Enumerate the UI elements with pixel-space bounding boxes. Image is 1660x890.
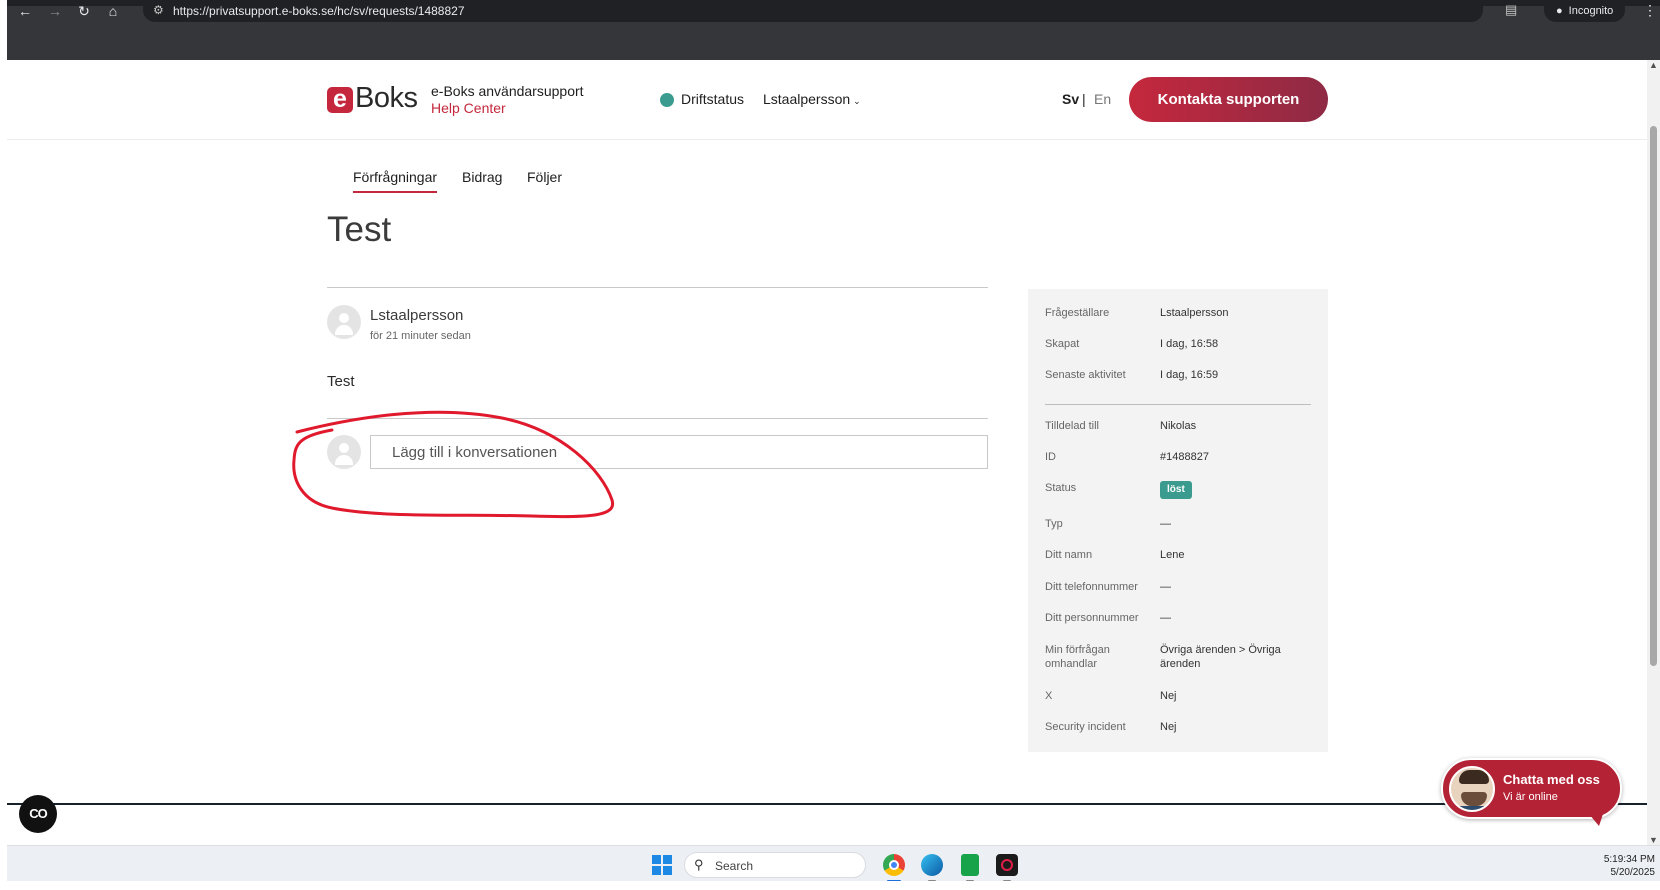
chat-title: Chatta med oss	[1503, 772, 1600, 787]
detail-label: Ditt telefonnummer	[1045, 581, 1138, 593]
taskbar-search-label: Search	[715, 859, 754, 873]
chrome-icon[interactable]	[883, 854, 905, 876]
user-menu[interactable]: Lstaalpersson ⌄	[763, 91, 861, 107]
detail-label: Tilldelad till	[1045, 420, 1100, 432]
divider	[1045, 404, 1311, 405]
chat-subtitle: Vi är online	[1503, 791, 1558, 803]
spreadsheet-app-icon[interactable]	[961, 854, 979, 876]
detail-label: Skapat	[1045, 338, 1080, 350]
taskbar: ⚲ Search 5:19:34 PM 5/20/2025	[7, 845, 1660, 882]
clock-date: 5/20/2025	[1610, 867, 1656, 878]
address-url[interactable]: https://privatsupport.e-boks.se/hc/sv/re…	[173, 4, 465, 18]
translate-icon[interactable]: ▤	[1505, 2, 1517, 18]
page-scrollbar[interactable]: ▲ ▼	[1647, 60, 1660, 845]
detail-value: #1488827	[1160, 451, 1209, 463]
request-title: Test	[327, 210, 392, 249]
incognito-label: Incognito	[1568, 5, 1614, 17]
detail-label: Frågeställare	[1045, 307, 1110, 319]
detail-label: Ditt namn	[1045, 549, 1093, 561]
edge-icon[interactable]	[921, 854, 943, 876]
scroll-down-icon[interactable]: ▼	[1649, 835, 1658, 845]
detail-label: Min förfrågan omhandlar	[1045, 644, 1110, 670]
agent-avatar	[1449, 766, 1495, 812]
scroll-up-icon[interactable]: ▲	[1649, 60, 1658, 70]
tab-following[interactable]: Följer	[527, 169, 562, 191]
user-menu-label: Lstaalpersson	[763, 91, 851, 107]
system-clock[interactable]: 5:19:34 PM 5/20/2025	[1587, 853, 1655, 879]
detail-label: Ditt personnummer	[1045, 612, 1139, 624]
url-row: ← → ↻ ⌂ ⚙ https://privatsupport.e-boks.s…	[7, 0, 1660, 24]
request-details-panel: Frågeställare Lstaalpersson Skapat I dag, …	[1028, 289, 1328, 752]
web-page: e Boks e-Boks användarsupport Help Cente…	[7, 60, 1647, 805]
taskbar-search[interactable]: ⚲ Search	[684, 852, 866, 878]
detail-label: Senaste aktivitet	[1045, 369, 1126, 381]
status-indicator-icon	[660, 93, 674, 107]
tab-requests[interactable]: Förfrågningar	[353, 169, 438, 193]
address-bar[interactable]: ⚙ https://privatsupport.e-boks.se/hc/sv/…	[143, 0, 1483, 22]
brand-title[interactable]: e-Boks användarsupport	[431, 83, 584, 99]
comment-author: Lstaalpersson	[370, 307, 464, 324]
brand-subtitle[interactable]: Help Center	[431, 100, 506, 116]
left-edge	[0, 0, 7, 890]
detail-value: Nej	[1160, 690, 1177, 702]
divider	[327, 287, 988, 288]
chevron-down-icon: ⌄	[853, 96, 861, 106]
detail-label: Status	[1045, 482, 1077, 494]
annotation-circle	[292, 410, 615, 519]
detail-value: Lene	[1160, 549, 1185, 561]
scrollbar-thumb[interactable]	[1650, 126, 1657, 666]
detail-value: Lstaalpersson	[1160, 307, 1229, 319]
detail-value: —	[1160, 581, 1171, 593]
clock-time: 5:19:34 PM	[1603, 854, 1655, 865]
detail-value: Nej	[1160, 721, 1177, 733]
browser-toolbar: ← → ↻ ⌂ ⚙ https://privatsupport.e-boks.s…	[7, 0, 1660, 60]
detail-label: Security incident	[1045, 721, 1126, 733]
site-footer	[7, 803, 1647, 805]
site-settings-icon[interactable]: ⚙	[153, 3, 164, 17]
comment-body: Test	[327, 373, 355, 390]
logo-mark[interactable]: e	[327, 87, 353, 113]
detail-value: I dag, 16:58	[1160, 338, 1219, 350]
home-icon[interactable]: ⌂	[103, 2, 123, 20]
forward-icon[interactable]: →	[45, 2, 65, 20]
author-avatar	[327, 305, 361, 339]
browser-menu-icon[interactable]: ⋮	[1643, 2, 1657, 19]
detail-value: Övriga ärenden > Övriga ärenden	[1160, 644, 1281, 670]
detail-label: X	[1045, 690, 1053, 702]
language-en[interactable]: En	[1094, 91, 1111, 107]
detail-value: Nikolas	[1160, 420, 1197, 432]
language-separator: |	[1082, 91, 1086, 107]
detail-label: Typ	[1045, 518, 1063, 530]
tab-contributions[interactable]: Bidrag	[462, 169, 502, 191]
language-sv[interactable]: Sv	[1062, 91, 1079, 107]
site-header: e Boks e-Boks användarsupport Help Cente…	[7, 60, 1647, 140]
headset-app-icon[interactable]	[996, 854, 1018, 876]
comment-time: för 21 minuter sedan	[370, 330, 471, 342]
incognito-badge[interactable]: ● Incognito	[1544, 0, 1626, 22]
detail-value: —	[1160, 518, 1171, 530]
reload-icon[interactable]: ↻	[74, 2, 94, 20]
logo-wordmark[interactable]: Boks	[355, 82, 418, 115]
detail-value: I dag, 16:59	[1160, 369, 1219, 381]
status-badge: löst	[1160, 481, 1192, 499]
detail-value: —	[1160, 612, 1171, 624]
search-icon: ⚲	[694, 857, 704, 872]
incognito-icon: ●	[1556, 5, 1563, 17]
screen: ← → ↻ ⌂ ⚙ https://privatsupport.e-boks.s…	[0, 0, 1660, 890]
accessibility-button[interactable]: CO	[19, 795, 57, 833]
driftstatus-link[interactable]: Driftstatus	[681, 91, 744, 107]
detail-label: ID	[1045, 451, 1056, 463]
windows-start-icon[interactable]	[652, 855, 672, 875]
back-icon[interactable]: ←	[15, 2, 35, 20]
chat-widget[interactable]: Chatta med oss Vi är online	[1441, 758, 1622, 826]
contact-support-button[interactable]: Kontakta supporten	[1129, 77, 1328, 122]
